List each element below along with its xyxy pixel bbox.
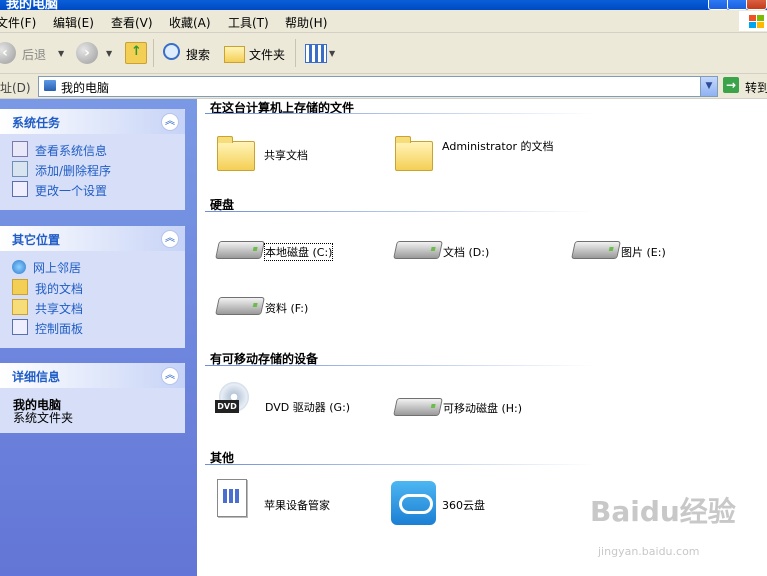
item-label[interactable]: 本地磁盘 (C:) [263, 243, 334, 261]
maximize-button[interactable] [727, 0, 748, 10]
my-computer-icon [44, 80, 56, 91]
menu-tools[interactable]: 工具(T) [228, 14, 269, 31]
item-label[interactable]: 共享文档 [264, 147, 308, 163]
dvd-logo-icon: DVD [215, 400, 239, 413]
menu-bar: 文件(F) 编辑(E) 查看(V) 收藏(A) 工具(T) 帮助(H) [0, 10, 767, 33]
folder-icon [395, 136, 433, 171]
views-icon[interactable] [305, 44, 327, 63]
removable-disk-icon [393, 398, 443, 416]
hard-drive-icon [215, 241, 265, 259]
control-panel-icon [12, 181, 28, 197]
item-label[interactable]: 可移动磁盘 (H:) [443, 400, 522, 416]
network-globe-icon [12, 260, 26, 274]
address-dropdown-icon[interactable]: ▼ [700, 77, 717, 96]
group-divider [205, 365, 595, 366]
hard-drive-icon [393, 241, 443, 259]
hard-drive-icon [571, 241, 621, 259]
item-label[interactable]: Administrator 的文档 [442, 141, 557, 153]
back-dropdown-icon[interactable]: ▼ [58, 49, 64, 58]
back-button[interactable]: 后退 [22, 46, 46, 63]
forward-arrow-icon[interactable]: › [76, 42, 98, 64]
place-network[interactable]: 网上邻居 [12, 259, 81, 276]
collapse-chevron-icon[interactable]: ︽ [161, 113, 179, 131]
group-divider [205, 464, 595, 465]
hard-drive-icon [215, 297, 265, 315]
task-add-remove-programs[interactable]: 添加/删除程序 [12, 161, 111, 179]
go-arrow-icon[interactable]: → [723, 77, 739, 93]
task-change-setting[interactable]: 更改一个设置 [12, 181, 107, 199]
windows-logo-icon [739, 11, 767, 31]
place-my-documents[interactable]: 我的文档 [12, 279, 83, 297]
minimize-button[interactable] [708, 0, 729, 10]
toolbar: ‹ 后退 ▼ › ▼ ↑ 搜索 文件夹 ▼ [0, 33, 767, 74]
back-arrow-icon[interactable]: ‹ [0, 42, 16, 64]
my-documents-icon [12, 279, 28, 295]
cloud-app-icon [391, 481, 436, 525]
task-view-system-info[interactable]: 查看系统信息 [12, 141, 107, 159]
application-file-icon [217, 479, 247, 517]
menu-view[interactable]: 查看(V) [111, 14, 153, 31]
folders-button[interactable]: 文件夹 [249, 46, 285, 63]
folder-icon [217, 136, 255, 171]
item-label[interactable]: DVD 驱动器 (G:) [265, 399, 350, 415]
system-tasks-panel: 系统任务 ︽ 查看系统信息 添加/删除程序 更改一个设置 [0, 109, 185, 210]
menu-edit[interactable]: 编辑(E) [53, 14, 94, 31]
search-icon[interactable] [163, 43, 180, 60]
search-button[interactable]: 搜索 [186, 46, 210, 63]
item-label[interactable]: 图片 (E:) [621, 244, 666, 260]
item-label[interactable]: 360云盘 [442, 497, 485, 513]
details-panel: 详细信息 ︽ 我的电脑 系统文件夹 [0, 363, 185, 433]
group-divider [205, 113, 595, 114]
panel-header[interactable]: 详细信息 ︽ [0, 363, 185, 388]
menu-favorites[interactable]: 收藏(A) [169, 14, 211, 31]
go-button[interactable]: 转到 [745, 79, 767, 96]
title-bar: 我的电脑 [0, 0, 767, 12]
close-button[interactable] [746, 0, 767, 10]
forward-dropdown-icon[interactable]: ▼ [106, 49, 112, 58]
item-label[interactable]: 文档 (D:) [443, 244, 489, 260]
toolbar-separator [295, 39, 296, 67]
panel-header[interactable]: 系统任务 ︽ [0, 109, 185, 134]
toolbar-separator [153, 39, 154, 67]
collapse-chevron-icon[interactable]: ︽ [161, 367, 179, 385]
details-type: 系统文件夹 [13, 411, 74, 425]
address-value[interactable]: 我的电脑 [61, 79, 109, 96]
address-label: 地址(D) [0, 81, 31, 95]
up-folder-icon[interactable]: ↑ [125, 42, 147, 64]
control-panel-icon [12, 319, 28, 335]
group-divider [205, 211, 595, 212]
task-pane: 系统任务 ︽ 查看系统信息 添加/删除程序 更改一个设置 其它位置 ︽ 网上邻居… [0, 99, 197, 576]
collapse-chevron-icon[interactable]: ︽ [161, 230, 179, 248]
other-places-panel: 其它位置 ︽ 网上邻居 我的文档 共享文档 控制面板 [0, 226, 185, 348]
address-bar: 地址(D) 我的电脑 ▼ → 转到 [0, 74, 767, 99]
item-label[interactable]: 资料 (F:) [265, 300, 308, 316]
address-field[interactable]: 我的电脑 ▼ [38, 76, 718, 97]
watermark-url: jingyan.baidu.com [598, 545, 700, 558]
shared-folder-icon [12, 299, 28, 315]
system-info-icon [12, 141, 28, 157]
views-dropdown-icon[interactable]: ▼ [329, 49, 335, 58]
menu-help[interactable]: 帮助(H) [285, 14, 327, 31]
add-remove-programs-icon [12, 161, 28, 177]
details-title: 详细信息 [12, 370, 61, 384]
other-places-title: 其它位置 [12, 233, 61, 247]
panel-header[interactable]: 其它位置 ︽ [0, 226, 185, 251]
system-tasks-title: 系统任务 [12, 116, 61, 130]
folders-icon[interactable] [224, 46, 245, 63]
menu-file[interactable]: 文件(F) [0, 14, 36, 31]
item-label[interactable]: 苹果设备管家 [264, 497, 330, 513]
place-shared-documents[interactable]: 共享文档 [12, 299, 83, 317]
baidu-watermark: Baidu经验 [590, 495, 736, 528]
place-control-panel[interactable]: 控制面板 [12, 319, 83, 337]
